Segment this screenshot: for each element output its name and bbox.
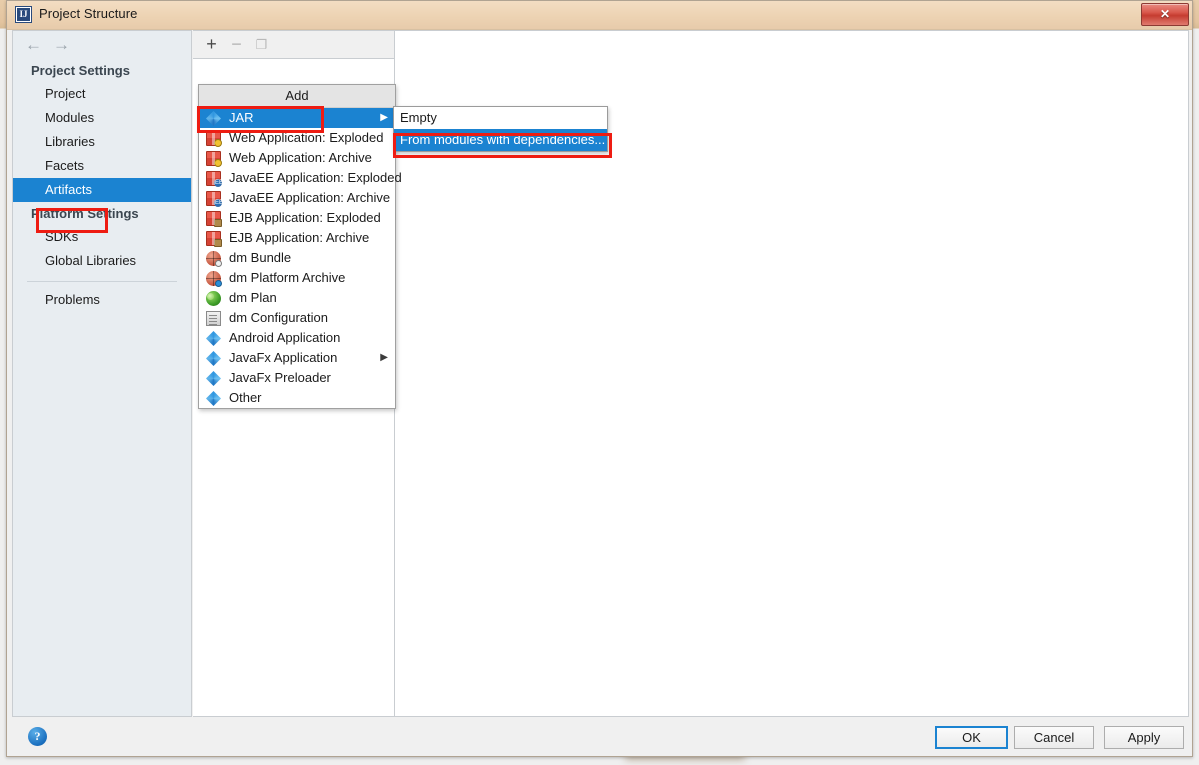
- add-menu-item-javaee-application-archive[interactable]: EE JavaEE Application: Archive: [199, 188, 395, 208]
- submenu-item-from-modules-with-dependencies[interactable]: From modules with dependencies...: [394, 129, 607, 151]
- apply-button[interactable]: Apply: [1104, 726, 1184, 749]
- add-menu-item-dm-plan[interactable]: dm Plan: [199, 288, 395, 308]
- add-menu-item-web-application-archive[interactable]: Web Application: Archive: [199, 148, 395, 168]
- add-menu-item-label: EJB Application: Archive: [229, 230, 370, 245]
- add-menu-item-label: dm Bundle: [229, 250, 292, 265]
- project-structure-dialog: IJ Project Structure ✕ ← → Project Setti…: [6, 0, 1193, 757]
- sidebar-item-problems[interactable]: Problems: [13, 288, 191, 312]
- add-menu-item-label: JavaFx Preloader: [229, 370, 331, 385]
- add-menu-item-label: JavaEE Application: Archive: [229, 190, 391, 205]
- intellij-idea-icon: IJ: [15, 6, 32, 23]
- artifacts-toolbar: + − ❐: [193, 31, 394, 59]
- back-arrow-icon[interactable]: ←: [25, 36, 42, 53]
- add-menu-item-label: dm Configuration: [229, 310, 328, 325]
- dialog-footer: ? OK Cancel Apply: [12, 719, 1189, 755]
- sidebar-item-sdks[interactable]: SDKs: [13, 225, 191, 249]
- dialog-titlebar: IJ Project Structure ✕: [7, 1, 1192, 30]
- sidebar-item-libraries[interactable]: Libraries: [13, 130, 191, 154]
- close-icon[interactable]: ✕: [1141, 3, 1189, 26]
- add-menu-item-ejb-application-archive[interactable]: EJB Application: Archive: [199, 228, 395, 248]
- chevron-right-icon: ▶: [380, 352, 388, 363]
- sidebar-group-platform-settings: Platform Settings: [31, 206, 139, 221]
- sidebar-item-artifacts[interactable]: Artifacts: [13, 178, 191, 202]
- add-icon[interactable]: +: [202, 35, 221, 54]
- add-artifact-menu: Add JAR ▶ Web Application: Exploded Web App…: [198, 84, 402, 409]
- forward-arrow-icon[interactable]: →: [53, 36, 70, 53]
- sidebar-item-global-libraries[interactable]: Global Libraries: [13, 249, 191, 273]
- sidebar-group-project-settings: Project Settings: [31, 63, 130, 78]
- add-menu-item-label: Android Application: [229, 330, 341, 345]
- sidebar-item-facets[interactable]: Facets: [13, 154, 191, 178]
- add-menu-list: JAR ▶ Web Application: Exploded Web Applica…: [199, 107, 402, 408]
- add-menu-item-label: Other: [229, 390, 262, 405]
- remove-icon[interactable]: −: [227, 35, 246, 54]
- add-menu-item-javaee-application-exploded[interactable]: EE JavaEE Application: Exploded: [199, 168, 402, 188]
- add-menu-item-ejb-application-exploded[interactable]: EJB Application: Exploded: [199, 208, 395, 228]
- add-menu-item-label: Web Application: Archive: [229, 150, 372, 165]
- jar-submenu: Empty From modules with dependencies...: [393, 106, 608, 152]
- add-menu-item-android-application[interactable]: Android Application: [199, 328, 395, 348]
- add-menu-item-dm-bundle[interactable]: dm Bundle: [199, 248, 395, 268]
- add-menu-item-label: dm Platform Archive: [229, 270, 346, 285]
- ok-button[interactable]: OK: [935, 726, 1008, 749]
- add-menu-item-javafx-application[interactable]: JavaFx Application ▶: [199, 348, 395, 368]
- add-menu-item-label: JavaFx Application: [229, 350, 338, 365]
- sidebar-navigation: ← →: [13, 31, 191, 59]
- dialog-title: Project Structure: [39, 6, 138, 21]
- copy-icon[interactable]: ❐: [252, 35, 271, 54]
- add-menu-item-label: JAR: [229, 110, 254, 125]
- add-menu-item-label: dm Plan: [229, 290, 277, 305]
- add-menu-item-jar[interactable]: JAR ▶: [199, 108, 395, 128]
- sidebar-divider: [27, 281, 177, 282]
- submenu-item-empty[interactable]: Empty: [394, 107, 607, 129]
- add-menu-item-label: EJB Application: Exploded: [229, 210, 381, 225]
- sidebar-item-modules[interactable]: Modules: [13, 106, 191, 130]
- add-menu-header: Add: [199, 85, 395, 107]
- add-menu-item-dm-configuration[interactable]: dm Configuration: [199, 308, 395, 328]
- help-icon[interactable]: ?: [28, 727, 47, 746]
- add-menu-item-label: Web Application: Exploded: [229, 130, 384, 145]
- add-menu-item-dm-platform-archive[interactable]: dm Platform Archive: [199, 268, 395, 288]
- add-menu-item-label: JavaEE Application: Exploded: [229, 170, 402, 185]
- cancel-button[interactable]: Cancel: [1014, 726, 1094, 749]
- add-menu-item-other[interactable]: Other: [199, 388, 395, 408]
- sidebar-item-project[interactable]: Project: [13, 82, 191, 106]
- add-menu-item-javafx-preloader[interactable]: JavaFx Preloader: [199, 368, 395, 388]
- dialog-content: ← → Project Settings Project Modules Lib…: [12, 30, 1189, 719]
- chevron-right-icon: ▶: [380, 112, 388, 123]
- settings-sidebar: ← → Project Settings Project Modules Lib…: [12, 30, 192, 717]
- add-menu-item-web-application-exploded[interactable]: Web Application: Exploded: [199, 128, 395, 148]
